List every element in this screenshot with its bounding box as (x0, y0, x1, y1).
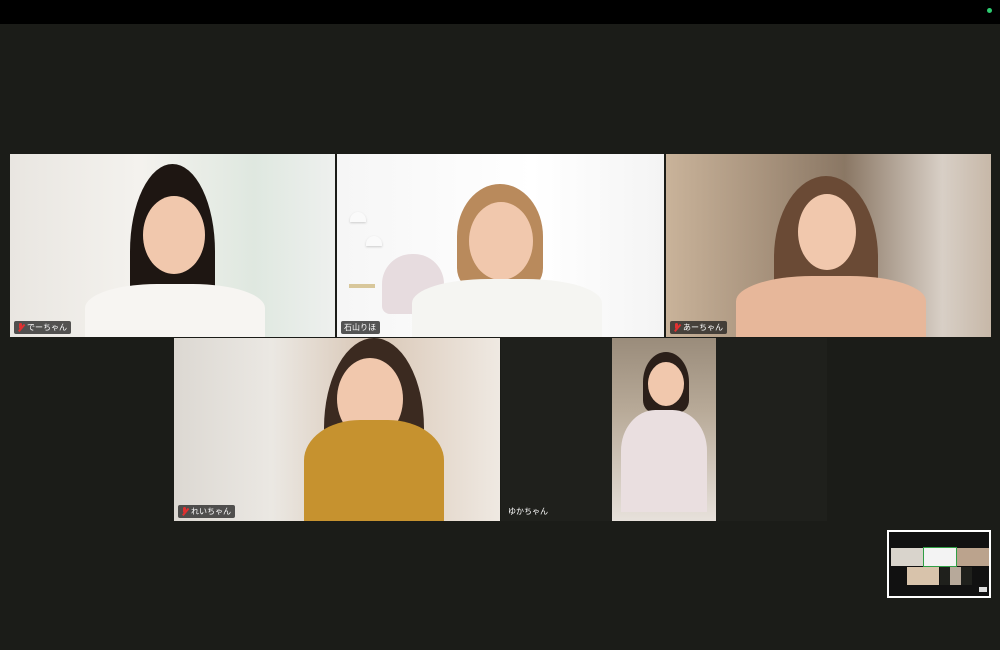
participant-video (619, 352, 709, 512)
mic-muted-icon (17, 323, 24, 332)
participant-name: でーちゃん (27, 323, 67, 332)
thumbnail-tile (923, 547, 957, 567)
video-tile-participant-4[interactable]: れいちゃん (174, 338, 500, 521)
video-tile-participant-1[interactable]: でーちゃん (10, 154, 335, 337)
participant-name: ゆかちゃん (508, 507, 548, 516)
pendant-lamp (366, 236, 382, 246)
participant-video (284, 338, 484, 521)
participant-name-tag: 石山りほ (341, 321, 380, 334)
window-top-bar (0, 0, 1000, 24)
thumbnail-tile (891, 548, 923, 566)
pendant-lamp (350, 212, 366, 222)
video-tile-participant-2[interactable]: 石山りほ (337, 154, 664, 337)
participant-name-tag: れいちゃん (178, 505, 235, 518)
mic-muted-icon (673, 323, 680, 332)
participant-name: れいちゃん (191, 507, 231, 516)
participant-name: 石山りほ (344, 323, 376, 332)
participant-video (412, 184, 602, 337)
participant-name-tag: ゆかちゃん (505, 505, 552, 518)
thumbnail-tile (957, 548, 989, 566)
participant-name-tag: あーちゃん (670, 321, 727, 334)
gallery-thumbnail-view[interactable] (887, 530, 991, 598)
thumbnail-tile (950, 567, 961, 585)
participant-name-tag: でーちゃん (14, 321, 71, 334)
participant-name: あーちゃん (683, 323, 723, 332)
video-tile-participant-3[interactable]: あーちゃん (666, 154, 991, 337)
status-indicator-dot (987, 8, 992, 13)
side-table (349, 284, 375, 288)
thumbnail-tile (907, 567, 939, 585)
mic-muted-icon (181, 507, 188, 516)
participant-video (85, 164, 265, 337)
video-gallery (0, 24, 1000, 650)
video-tile-participant-5[interactable]: ゆかちゃん (501, 338, 827, 521)
thumbnail-badge (979, 587, 987, 592)
participant-video (736, 176, 926, 337)
